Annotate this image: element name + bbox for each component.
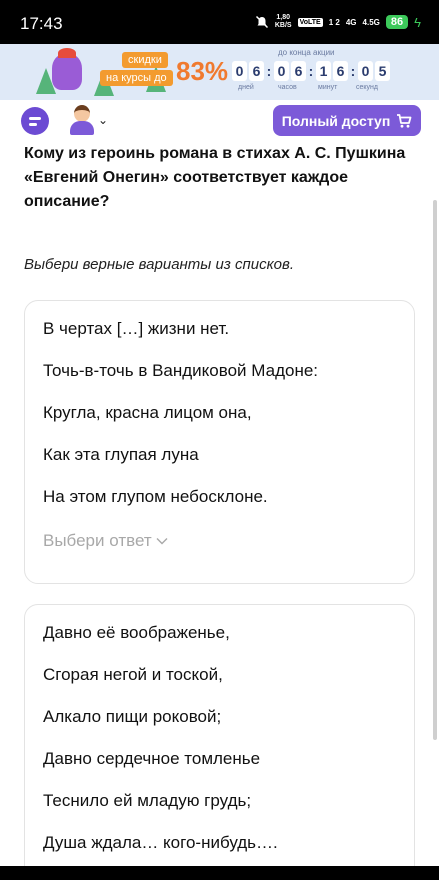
promo-percent: 83% xyxy=(176,56,229,86)
poem-line: Давно её воображенье, xyxy=(43,623,230,642)
timer-digit: 1 xyxy=(316,61,331,81)
status-bar: 17:43 1,80 KB/S VoLTE 1 2 4G 4.5G 86 ϟ xyxy=(0,0,439,44)
question-title: Кому из героинь романа в стихах А. С. Пу… xyxy=(24,145,406,210)
status-time: 17:43 xyxy=(20,14,63,33)
timer-digit: 0 xyxy=(274,61,289,81)
timer-digit: 6 xyxy=(333,61,348,81)
sim-slots: 1 2 xyxy=(328,17,340,27)
cart-icon xyxy=(397,113,412,128)
timer-digit: 6 xyxy=(291,61,306,81)
app-header: ⌄ Полный доступ xyxy=(0,100,439,142)
poem-line: Душа ждала… кого-нибудь…. xyxy=(43,833,278,852)
timer-separator: : xyxy=(350,63,356,79)
question-instruction: Выбери верные варианты из списков. xyxy=(24,256,294,273)
poem-line: Теснило ей младую грудь; xyxy=(43,791,252,810)
timer-label-hours: часов xyxy=(278,84,297,91)
promo-tag-bottom: на курсы до xyxy=(100,70,173,86)
poem-line: В чертах […] жизни нет. xyxy=(43,319,230,338)
poem-line: Как эта глупая луна xyxy=(43,445,199,464)
promo-banner[interactable]: скидки на курсы до 83% до конца акции 0 … xyxy=(0,44,439,100)
chevron-down-icon xyxy=(156,538,168,545)
choose-answer-dropdown[interactable]: Выбери ответ xyxy=(43,531,168,551)
full-access-label: Полный доступ xyxy=(281,112,391,129)
timer-label-seconds: секунд xyxy=(356,84,378,91)
timer-digit: 6 xyxy=(249,61,264,81)
timer-digit: 0 xyxy=(358,61,373,81)
poem-line: Точь-в-точь в Вандиковой Мадоне: xyxy=(43,361,319,380)
volte-badge: VoLTE xyxy=(297,17,323,27)
timer-separator: : xyxy=(308,63,314,79)
charging-icon: ϟ xyxy=(414,14,421,30)
mute-icon xyxy=(255,15,269,29)
avatar[interactable] xyxy=(68,105,96,135)
full-access-button[interactable]: Полный доступ xyxy=(273,105,421,136)
network-type-1: 4G xyxy=(345,17,357,27)
timer-label-days: дней xyxy=(238,84,254,91)
promo-tag-top: скидки xyxy=(122,52,168,68)
countdown-timer: 0 6 : 0 6 : 1 6 : 0 5 xyxy=(232,61,390,81)
timer-separator: : xyxy=(266,63,272,79)
status-icons: 1,80 KB/S VoLTE 1 2 4G 4.5G 86 ϟ xyxy=(255,14,421,30)
network-type-2: 4.5G xyxy=(362,17,380,27)
speed-value: 1,80 xyxy=(276,14,291,21)
timer-label-minutes: минут xyxy=(318,84,338,91)
scrollbar[interactable] xyxy=(433,200,437,740)
answer-card: В чертах […] жизни нет. Точь-в-точь в Ва… xyxy=(24,300,415,584)
choose-answer-label: Выбери ответ xyxy=(43,531,152,550)
poem-line: Кругла, красна лицом она, xyxy=(43,403,252,422)
promo-caption: до конца акции xyxy=(278,48,335,57)
poem-line: Алкало пищи роковой; xyxy=(43,707,222,726)
answer-card: Давно её воображенье, Сгорая негой и тос… xyxy=(24,604,415,880)
timer-digit: 5 xyxy=(375,61,390,81)
timer-digit: 0 xyxy=(232,61,247,81)
chevron-down-icon[interactable]: ⌄ xyxy=(98,113,108,127)
mascot-illustration xyxy=(52,48,82,90)
network-speed: 1,80 KB/S xyxy=(275,14,292,30)
poem-line: Давно сердечное томленье xyxy=(43,749,261,768)
chat-icon[interactable] xyxy=(21,107,49,135)
battery-level: 86 xyxy=(385,15,409,29)
poem-line: Сгорая негой и тоской, xyxy=(43,665,223,684)
speed-unit: KB/S xyxy=(274,22,292,29)
poem-line: На этом глупом небосклоне. xyxy=(43,487,268,506)
navigation-bar xyxy=(0,866,439,880)
